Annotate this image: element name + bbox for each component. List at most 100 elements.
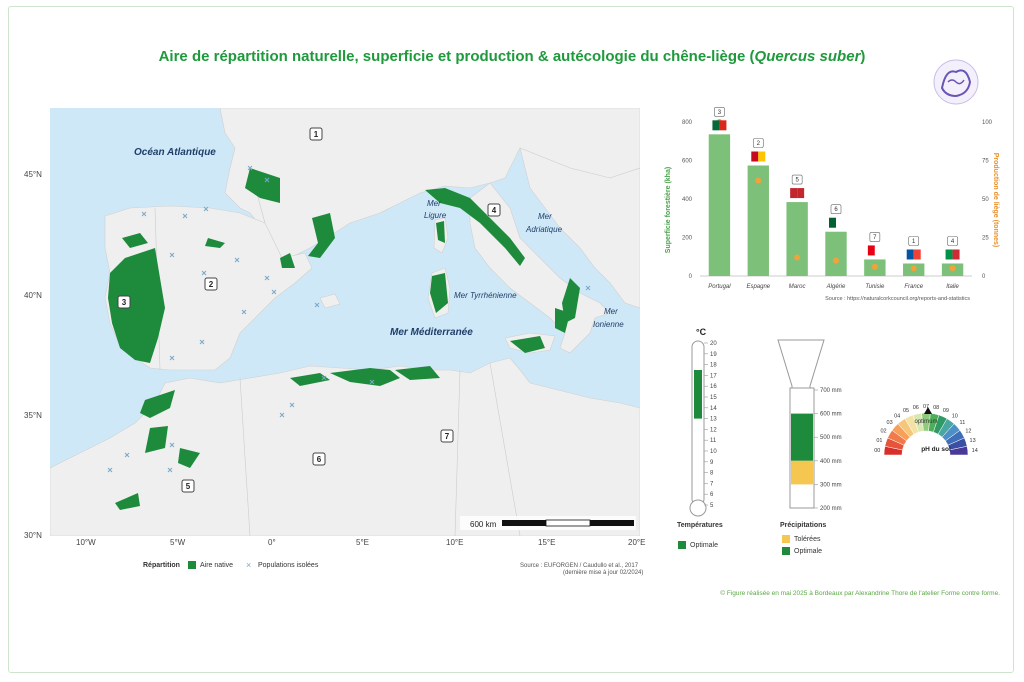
category-portugal: Portugal	[708, 284, 731, 290]
rain-tick: 400 mm	[820, 459, 842, 465]
lon-10e: 10°E	[446, 538, 464, 547]
temp-legend-optimal: Optimale	[690, 542, 719, 549]
atelier-logo	[933, 59, 979, 105]
legend-title: Répartition	[143, 562, 180, 569]
ph-label-01: 01	[876, 438, 882, 444]
flag-italie-right	[952, 249, 960, 260]
temp-tick: 10	[710, 449, 717, 455]
temp-tick: 12	[710, 427, 717, 433]
temp-tick: 15	[710, 395, 717, 401]
ph-label-06: 06	[913, 405, 919, 411]
rain-legend-optimal-swatch	[782, 547, 790, 555]
category-france: France	[904, 284, 923, 290]
flag-algérie-right	[836, 217, 843, 228]
lon-20e: 20°E	[628, 538, 646, 547]
production-chart: 020040060080002550751003Portugal2Espagne…	[665, 107, 999, 302]
temp-unit: °C	[696, 327, 707, 337]
label-mediterranean: Mer Méditerranée	[390, 327, 473, 338]
ph-label-02: 02	[881, 429, 887, 435]
rain-legend-title: Précipitations	[780, 522, 827, 529]
ytick-right: 50	[982, 197, 989, 203]
scale-bar: 600 km	[460, 516, 636, 530]
ph-optimum-label: optimum	[914, 419, 937, 425]
temp-tick: 18	[710, 363, 717, 369]
legend-native: Aire native	[200, 562, 234, 569]
category-tunisie: Tunisie	[865, 284, 885, 290]
temp-tick: 20	[710, 341, 717, 347]
temp-tick: 9	[710, 460, 714, 466]
flag-france-left	[906, 249, 914, 260]
badge-5: 5	[186, 482, 191, 491]
rain-tolerated-bar	[791, 460, 813, 485]
ylabel-left: Superficie forestière (kha)	[665, 167, 672, 253]
label-ligure-1: Mer	[427, 199, 441, 208]
ytick-left: 600	[682, 159, 693, 165]
temp-ticks: 5 6 7 8 9 10 11 12 13 14 15 16 17 18 19 20	[704, 341, 717, 509]
temp-tick: 8	[710, 471, 714, 477]
badge-1: 1	[314, 130, 319, 139]
lon-5e: 5°E	[356, 538, 369, 547]
title-text: Aire de répartition naturelle, superfici…	[158, 48, 755, 65]
lon-0: 0°	[268, 538, 276, 547]
rain-tick: 200 mm	[820, 506, 842, 512]
lon-5w: 5°W	[170, 538, 186, 547]
badge-4: 4	[492, 206, 497, 215]
flag-tunisie-left	[867, 245, 875, 256]
figure-title: Aire de répartition naturelle, superfici…	[0, 48, 1024, 65]
legend-isolated: Populations isolées	[258, 562, 319, 569]
badge-7: 7	[445, 432, 450, 441]
flag-italie-left	[945, 249, 953, 260]
flag-portugal-left	[712, 120, 720, 131]
lat-40: 40°N	[24, 291, 42, 300]
rain-legend-tolerated: Tolérées	[794, 536, 821, 543]
ph-label-03: 03	[887, 420, 893, 426]
dot-tunisie	[871, 263, 878, 270]
temp-legend-swatch	[678, 541, 686, 549]
label-adriatic-2: Adriatique	[525, 225, 563, 234]
rain-tick: 500 mm	[820, 435, 842, 441]
ph-label-12: 12	[965, 429, 971, 435]
dot-maroc	[794, 254, 801, 261]
lat-30: 30°N	[24, 531, 42, 540]
flag-tunisie-right	[874, 245, 882, 256]
rain-ticks: 200 mm 300 mm 400 mm 500 mm 600 mm 700 mm	[814, 388, 842, 512]
temp-tick: 19	[710, 352, 717, 358]
lat-35: 35°N	[24, 411, 42, 420]
ylabel-right: Production de liège (tonnes)	[992, 153, 999, 248]
flag-portugal-right	[719, 120, 727, 131]
rain-tick: 700 mm	[820, 388, 842, 394]
ph-title: pH du sol	[921, 446, 951, 453]
ytick-right: 25	[982, 236, 989, 242]
category-espagne: Espagne	[746, 284, 770, 290]
credit: © Figure réalisée en mai 2025 à Bordeaux…	[720, 590, 1000, 597]
ytick-left: 800	[682, 120, 693, 126]
temp-tick: 5	[710, 503, 714, 509]
ph-label-04: 04	[894, 413, 900, 419]
lon-15e: 15°E	[538, 538, 556, 547]
ph-label-11: 11	[960, 420, 966, 426]
temp-tick: 14	[710, 406, 717, 412]
chart-source: Source : https://naturalcorkcouncil.org/…	[825, 296, 970, 302]
dot-algérie	[833, 257, 839, 264]
bar-algérie	[825, 231, 847, 276]
map-source: Source : EUFORGEN / Caudullo et al., 201…	[520, 563, 639, 569]
temp-tick: 7	[710, 481, 714, 487]
label-ionian-2: Ionienne	[593, 320, 624, 329]
badge-6: 6	[317, 455, 322, 464]
map-source-2: (dernière mise à jour 02/2024)	[563, 570, 644, 576]
temp-tick: 11	[710, 438, 717, 444]
label-ionian-1: Mer	[604, 307, 618, 316]
title-species: Quercus suber	[754, 48, 861, 65]
temp-tick: 16	[710, 384, 717, 390]
distribution-map: Océan Atlantique Mer Ligure Mer Adriatiq…	[50, 108, 640, 536]
temp-tick: 13	[710, 417, 717, 423]
lat-45: 45°N	[24, 170, 42, 179]
ytick-right: 100	[982, 120, 993, 126]
ytick-left: 0	[689, 274, 693, 280]
badge-3: 3	[122, 298, 127, 307]
temp-tick: 6	[710, 492, 714, 498]
bar-portugal	[708, 134, 731, 276]
rain-optimal-bar	[791, 413, 813, 461]
category-algérie: Algérie	[826, 284, 846, 290]
flag-espagne-right	[758, 151, 766, 162]
